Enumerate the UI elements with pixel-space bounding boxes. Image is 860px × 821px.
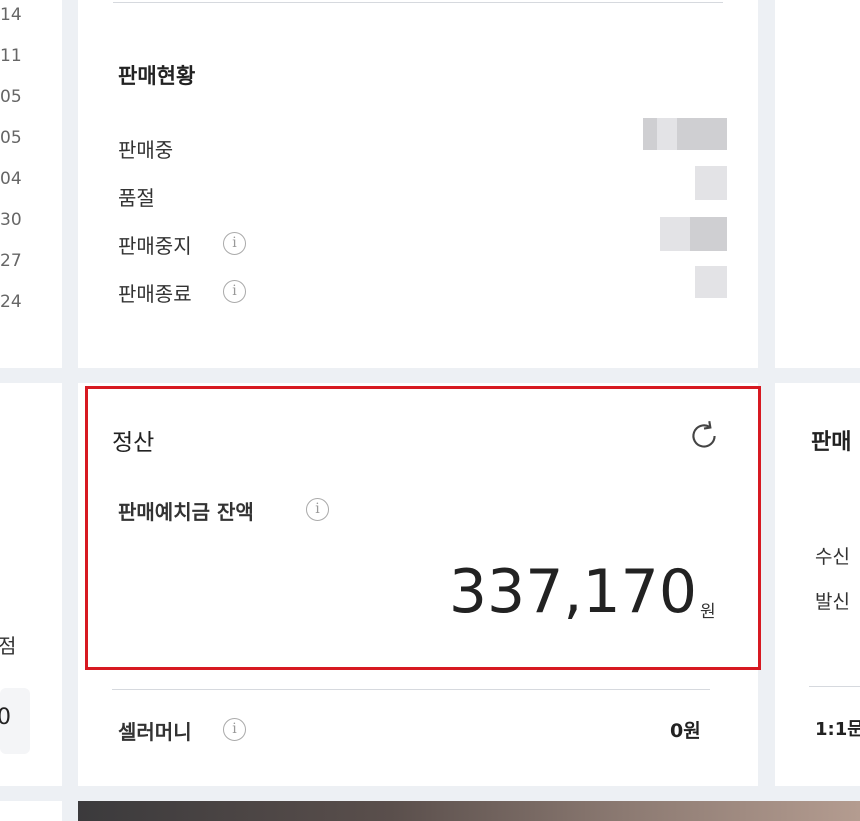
right-card-mid: 판매 수신 발신 1:1문 (775, 383, 860, 786)
seller-money-label: 셀러머니 (118, 720, 192, 744)
partial-value-box: 0 (0, 688, 30, 754)
sales-status-card: 판매현황 (78, 0, 758, 368)
redacted-value (695, 166, 727, 200)
date-item: 11 (0, 46, 22, 66)
row-label-ended: 판매종료 (118, 282, 192, 306)
date-item: 05 (0, 128, 22, 148)
row-label-on-sale: 판매중 (118, 138, 174, 162)
date-item: 30 (0, 210, 22, 230)
date-item: 05 (0, 87, 22, 107)
sales-status-title: 판매현황 (118, 64, 196, 88)
divider (112, 689, 710, 690)
inquiry-label[interactable]: 1:1문 (815, 715, 860, 741)
left-card-mid: 점 0 (0, 383, 62, 821)
date-item: 04 (0, 169, 22, 189)
row-label-sold-out: 품절 (118, 186, 155, 210)
inbox-label: 수신 (815, 546, 850, 568)
partial-title: 판매 (811, 430, 852, 455)
highlight-box (85, 386, 761, 670)
date-item: 24 (0, 292, 22, 312)
partial-value: 0 (0, 705, 11, 730)
redacted-value (677, 118, 727, 150)
left-card-bottom (0, 801, 62, 821)
banner-image (78, 801, 860, 821)
redacted-value (660, 217, 690, 251)
divider (113, 2, 723, 3)
redacted-value (643, 118, 657, 150)
info-icon[interactable]: i (223, 718, 246, 741)
date-item: 14 (0, 5, 22, 25)
redacted-value (657, 118, 677, 150)
redacted-value (695, 266, 727, 298)
sent-label: 발신 (815, 591, 850, 613)
partial-label: 점 (0, 634, 17, 658)
seller-money-value: 0원 (670, 720, 701, 742)
left-card-top: 14 11 05 05 04 30 27 24 (0, 0, 62, 368)
row-label-suspended: 판매중지 (118, 234, 192, 258)
info-icon[interactable]: i (223, 280, 246, 303)
divider (809, 686, 860, 687)
date-item: 27 (0, 251, 22, 271)
info-icon[interactable]: i (223, 232, 246, 255)
right-card-top (775, 0, 860, 368)
redacted-value (690, 217, 727, 251)
